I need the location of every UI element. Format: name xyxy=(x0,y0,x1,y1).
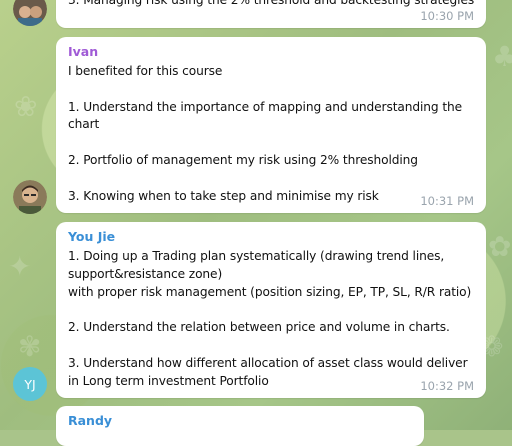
message-bubble[interactable]: You Jie 1. Doing up a Trading plan syste… xyxy=(56,222,486,398)
message-text: 1. Doing up a Trading plan systematicall… xyxy=(68,249,472,388)
message-text: 3. Managing risk using the 2% threshold … xyxy=(68,0,474,7)
avatar-initials: YJ xyxy=(24,376,36,392)
avatar[interactable] xyxy=(13,180,47,214)
message-bubble[interactable]: 3. Managing risk using the 2% threshold … xyxy=(56,0,486,28)
message-time: 10:32 PM xyxy=(420,379,474,393)
message-bubble[interactable]: Randy xyxy=(56,406,424,446)
sender-name[interactable]: Ivan xyxy=(68,43,474,61)
sender-name[interactable]: You Jie xyxy=(68,228,474,246)
message-bubble[interactable]: Ivan I benefited for this course 1. Unde… xyxy=(56,37,486,213)
sender-name[interactable]: Randy xyxy=(68,412,412,430)
message-time: 10:31 PM xyxy=(420,194,474,208)
message-text: I benefited for this course 1. Understan… xyxy=(68,64,463,203)
avatar[interactable]: YJ xyxy=(13,367,47,401)
message-time: 10:30 PM xyxy=(420,9,474,23)
